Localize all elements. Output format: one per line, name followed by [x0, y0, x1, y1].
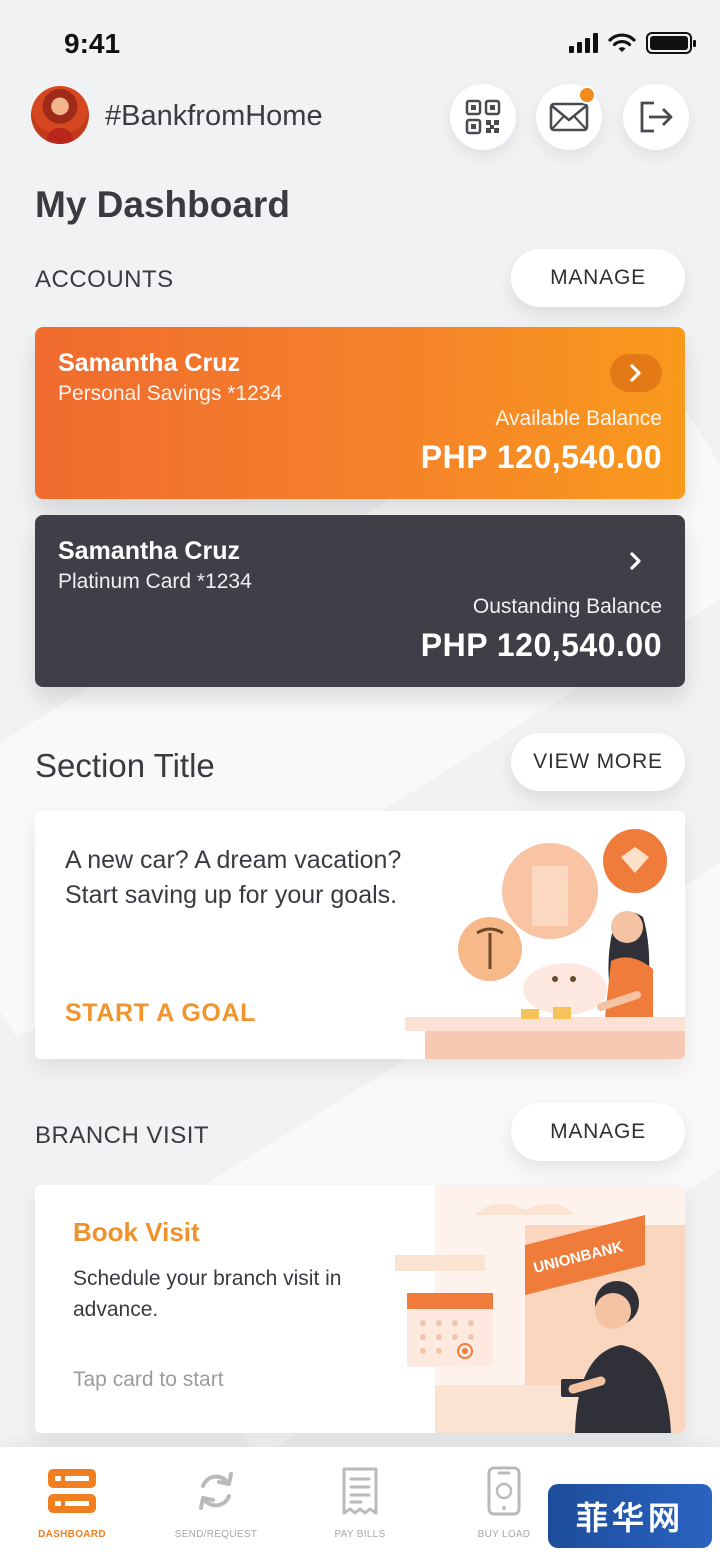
section-title: Section Title — [35, 747, 215, 784]
account-type: Personal Savings *1234 — [58, 382, 283, 405]
receipt-icon — [342, 1467, 378, 1515]
battery-icon — [646, 32, 696, 54]
promo-text: A new car? A dream vacation? Start savin… — [65, 846, 402, 909]
tab-pay-bills[interactable]: PAY BILLS — [288, 1447, 432, 1559]
notification-dot — [578, 86, 596, 104]
refresh-arrows-icon — [199, 1472, 233, 1510]
tab-label: SEND/REQUEST — [174, 1529, 258, 1540]
chevron-right-icon[interactable] — [610, 542, 662, 580]
status-time: 9:41 — [64, 28, 121, 59]
qr-code-button[interactable] — [450, 84, 516, 150]
tab-label: BUY LOAD — [477, 1529, 531, 1540]
book-visit-description: Schedule your branch visit in advance. — [73, 1267, 342, 1321]
tab-label: DASHBOARD — [38, 1529, 106, 1540]
savings-account-card[interactable]: Samantha Cruz Personal Savings *1234 Ava… — [35, 327, 685, 499]
avatar[interactable] — [31, 86, 89, 144]
messages-button[interactable] — [536, 84, 602, 150]
page-title: My Dashboard — [35, 184, 290, 225]
status-icons — [569, 32, 696, 54]
start-goal-link[interactable]: START A GOAL — [65, 999, 256, 1028]
mail-icon — [549, 102, 589, 132]
app-title: #BankfromHome — [105, 100, 323, 132]
phone-icon — [487, 1466, 521, 1516]
cellular-signal-icon — [569, 33, 598, 53]
branch-visit-section-label: BRANCH VISIT — [35, 1122, 210, 1149]
balance-amount: PHP 120,540.00 — [420, 627, 662, 663]
savings-goal-card[interactable]: A new car? A dream vacation? Start savin… — [35, 811, 685, 1059]
accounts-section-label: ACCOUNTS — [35, 266, 174, 293]
tab-send-request[interactable]: SEND/REQUEST — [144, 1447, 288, 1559]
accounts-manage-button[interactable]: MANAGE — [511, 249, 685, 307]
dashboard-icon — [48, 1469, 96, 1513]
savings-goal-illustration — [405, 829, 685, 1059]
tab-label: PAY BILLS — [334, 1529, 386, 1540]
balance-amount: PHP 120,540.00 — [420, 439, 662, 475]
watermark-logo: 菲华网 — [548, 1484, 712, 1548]
qr-code-icon — [465, 99, 501, 135]
chevron-right-icon[interactable] — [610, 354, 662, 392]
view-more-button[interactable]: VIEW MORE — [511, 733, 685, 791]
book-visit-hint: Tap card to start — [73, 1368, 224, 1391]
status-bar: 9:41 — [0, 0, 720, 84]
book-visit-title: Book Visit — [73, 1217, 200, 1247]
logout-button[interactable] — [623, 84, 689, 150]
book-visit-card[interactable]: Book Visit Schedule your branch visit in… — [35, 1185, 685, 1433]
logout-icon — [640, 101, 673, 133]
tab-dashboard[interactable]: DASHBOARD — [0, 1447, 144, 1559]
header: #BankfromHome — [0, 84, 720, 150]
branch-visit-manage-button[interactable]: MANAGE — [511, 1103, 685, 1161]
wifi-icon — [608, 33, 636, 52]
balance-label: Available Balance — [495, 407, 662, 430]
account-holder-name: Samantha Cruz — [58, 349, 240, 377]
credit-card-account-card[interactable]: Samantha Cruz Platinum Card *1234 Oustan… — [35, 515, 685, 687]
account-holder-name: Samantha Cruz — [58, 537, 240, 565]
account-type: Platinum Card *1234 — [58, 570, 252, 593]
branch-visit-illustration: UNIONBANK — [395, 1185, 685, 1433]
balance-label: Oustanding Balance — [472, 595, 662, 618]
